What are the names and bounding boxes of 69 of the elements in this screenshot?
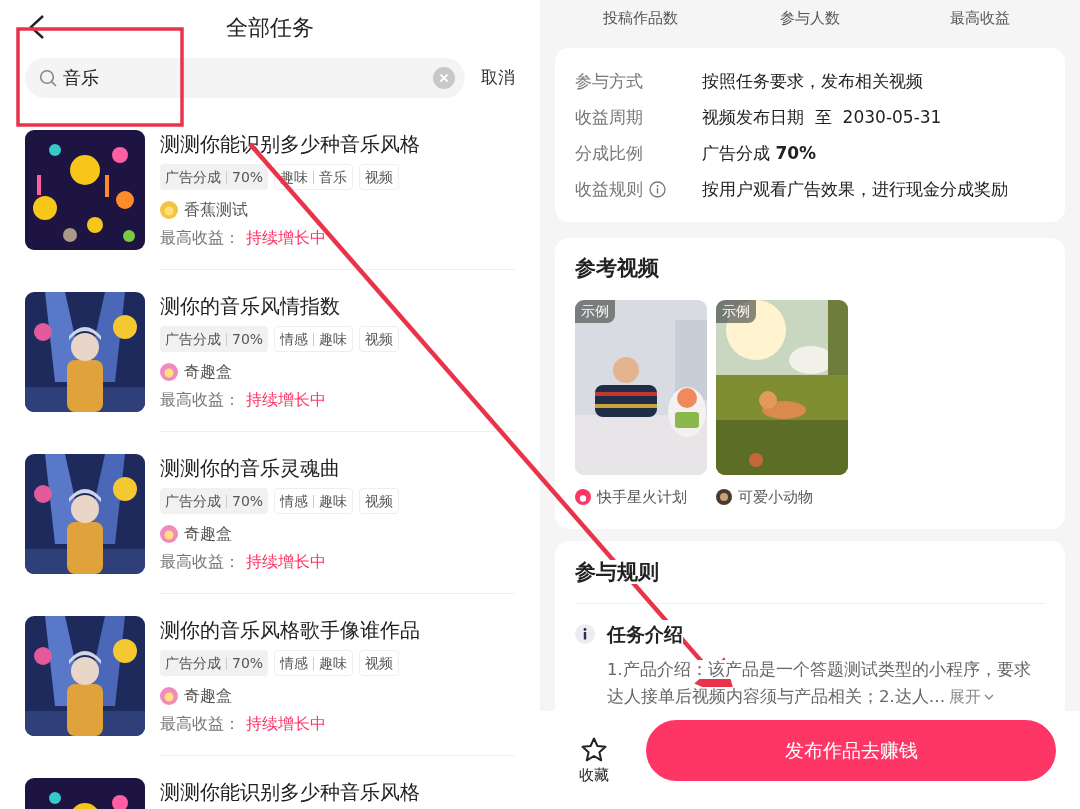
stat-label: 投稿作品数	[601, 7, 679, 29]
tag-text: 音乐	[313, 170, 348, 184]
section-title: 参考视频	[575, 255, 660, 282]
earnings-value: 持续增长中	[246, 228, 326, 247]
star-icon	[580, 736, 608, 764]
earnings-label: 最高收益：	[160, 390, 240, 409]
tag-text: 70%	[226, 656, 264, 670]
task-title[interactable]: 测你的音乐风格歌手像谁作品	[160, 616, 515, 644]
detail-value: 广告分成 70%	[702, 142, 817, 165]
author-name: 香蕉测试	[184, 199, 248, 221]
avatar-icon	[160, 363, 178, 381]
tag-text: 70%	[226, 170, 264, 184]
tag-text: 视频	[365, 491, 394, 511]
stat-label: 参与人数	[779, 7, 841, 29]
tag-text: 视频	[365, 329, 394, 349]
detail-label: 分成比例	[575, 142, 643, 165]
favorite-button[interactable]: 收藏	[560, 720, 628, 787]
task-title[interactable]: 测你的音乐风情指数	[160, 292, 515, 320]
search-field[interactable]: 音乐	[25, 57, 465, 98]
logo-icon	[575, 489, 591, 505]
tag-text: 70%	[226, 332, 264, 346]
example-badge: 示例	[716, 300, 756, 323]
page-title: 全部任务	[226, 14, 314, 42]
task-title[interactable]: 测测你的音乐灵魂曲	[160, 454, 515, 482]
earnings-label: 最高收益：	[160, 714, 240, 733]
avatar-icon	[160, 201, 178, 219]
avatar-icon	[160, 687, 178, 705]
section-title: 参与规则	[575, 560, 659, 584]
tag-text: 广告分成	[165, 653, 221, 673]
detail-value: 按用户观看广告效果，进行现金分成奖励	[702, 178, 1008, 201]
example-badge: 示例	[575, 300, 615, 323]
tag-text: 广告分成	[165, 329, 221, 349]
author-name: 奇趣盒	[184, 361, 232, 383]
tag-text: 视频	[365, 167, 394, 187]
detail-value: 视频发布日期 至 2030-05-31	[702, 106, 942, 129]
cancel-button[interactable]: 取消	[481, 64, 515, 91]
publish-button[interactable]: 发布作品去赚钱	[646, 720, 1056, 781]
video-author: 快手星火计划	[597, 487, 687, 508]
detail-label: 收益规则	[575, 178, 643, 201]
tag-text: 情感	[280, 329, 309, 349]
tag-text: 70%	[226, 494, 264, 508]
detail-value: 按照任务要求，发布相关视频	[702, 70, 923, 93]
detail-label: 收益周期	[575, 106, 643, 129]
tag-text: 情感	[280, 653, 309, 673]
author-name: 奇趣盒	[184, 523, 232, 545]
earnings-value: 持续增长中	[246, 552, 326, 571]
tag-text: 广告分成	[165, 167, 221, 187]
tag-text: 情感	[280, 491, 309, 511]
search-input[interactable]: 音乐	[63, 64, 427, 91]
earnings-value: 持续增长中	[246, 714, 326, 733]
tag-text: 趣味	[313, 656, 348, 670]
author-name: 奇趣盒	[184, 685, 232, 707]
earnings-label: 最高收益：	[160, 228, 240, 247]
tag-text: 趣味	[313, 494, 348, 508]
stat-label: 最高收益	[949, 7, 1011, 29]
info-icon	[575, 624, 595, 644]
video-author: 可爱小动物	[738, 487, 813, 508]
earnings-value: 持续增长中	[246, 390, 326, 409]
tag-text: 视频	[365, 653, 394, 673]
detail-label: 参与方式	[575, 70, 643, 93]
task-title[interactable]: 测测你能识别多少种音乐风格	[160, 778, 515, 806]
tag-text: 广告分成	[165, 491, 221, 511]
earnings-label: 最高收益：	[160, 552, 240, 571]
subsection-title: 任务介绍	[607, 620, 683, 648]
info-icon[interactable]	[649, 180, 666, 198]
avatar-icon	[716, 489, 732, 505]
search-icon	[39, 68, 57, 87]
avatar-icon	[160, 525, 178, 543]
tag-text: 趣味	[313, 332, 348, 346]
